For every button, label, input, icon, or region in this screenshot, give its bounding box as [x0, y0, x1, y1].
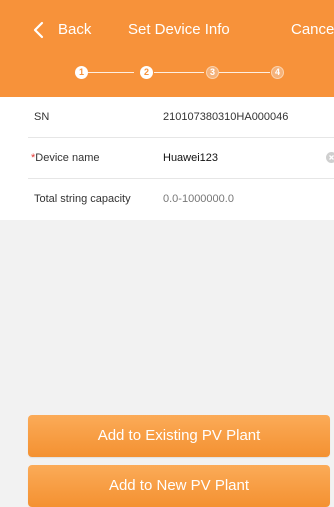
step-connector: [88, 72, 134, 73]
chevron-left-icon: [33, 21, 44, 39]
string-capacity-label: Total string capacity: [34, 193, 131, 205]
device-name-label-text: Device name: [35, 152, 100, 164]
step-1: 1: [75, 66, 88, 79]
device-name-label: *Device name: [31, 151, 99, 165]
clear-icon[interactable]: [326, 152, 334, 163]
sn-label: SN: [34, 111, 50, 123]
add-to-new-plant-button[interactable]: Add to New PV Plant: [28, 465, 330, 507]
add-to-existing-plant-button[interactable]: Add to Existing PV Plant: [28, 415, 330, 457]
back-label: Back: [58, 21, 92, 38]
device-name-input[interactable]: [163, 147, 323, 169]
nav-bar: Back Set Device Info Cance: [0, 0, 334, 56]
step-2: 2: [140, 66, 153, 79]
step-4: 4: [271, 66, 284, 79]
header: Back Set Device Info Cance 1 2 3 4: [0, 0, 334, 97]
step-indicator: 1 2 3 4: [0, 56, 334, 97]
step-connector: [219, 72, 270, 73]
step-connector: [154, 72, 204, 73]
page-title: Set Device Info: [128, 21, 230, 38]
cancel-button[interactable]: Cance: [291, 21, 334, 39]
sn-value: 210107380310HA000046: [163, 111, 289, 123]
step-3: 3: [206, 66, 219, 79]
sn-row: SN 210107380310HA000046: [0, 97, 334, 138]
string-capacity-row: Total string capacity: [0, 179, 334, 220]
device-info-form: SN 210107380310HA000046 *Device name Tot…: [0, 97, 334, 220]
device-name-row: *Device name: [0, 138, 334, 179]
set-device-info-screen: Back Set Device Info Cance 1 2 3 4 SN 21…: [0, 0, 334, 507]
string-capacity-input[interactable]: [163, 188, 323, 210]
